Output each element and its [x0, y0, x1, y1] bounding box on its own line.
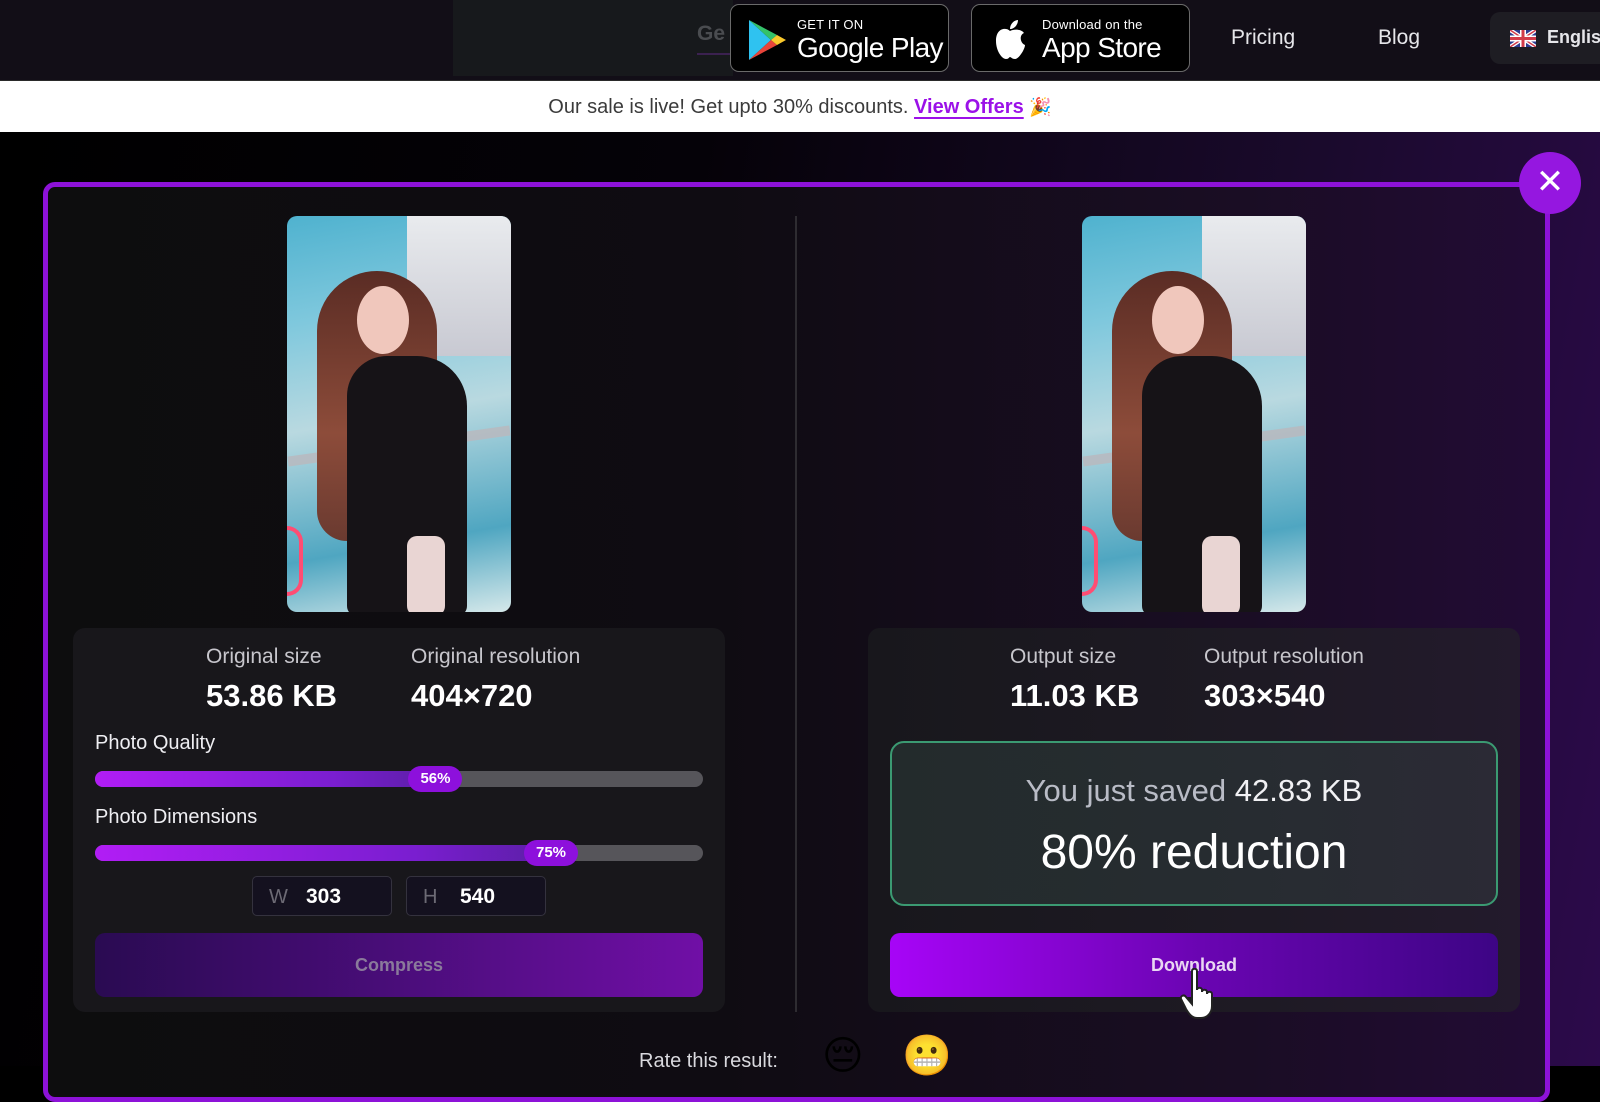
reduction-percentage: 80% reduction — [1040, 826, 1348, 879]
close-icon: ✕ — [1535, 163, 1565, 201]
saved-line: You just saved 42.83 KB — [892, 773, 1496, 809]
original-photo-preview — [287, 216, 511, 612]
compress-button[interactable]: Compress — [95, 933, 703, 997]
google-play-big-text: Google Play — [797, 32, 944, 63]
hand-pointer-cursor-icon — [1180, 968, 1213, 1019]
rate-result-label: Rate this result: — [639, 1050, 778, 1072]
sale-banner: Our sale is live! Get upto 30% discounts… — [0, 80, 1600, 132]
saved-prefix: You just saved — [1025, 773, 1227, 808]
photo-quality-thumb[interactable]: 56% — [408, 766, 463, 792]
app-store-small-text: Download on the — [1042, 17, 1143, 32]
view-offers-link[interactable]: View Offers — [914, 96, 1024, 118]
savings-summary: You just saved 42.83 KB 80% reduction — [890, 741, 1498, 906]
apple-icon — [996, 20, 1025, 59]
height-input[interactable] — [460, 885, 540, 909]
height-prefix: H — [423, 886, 438, 908]
nav-link-pricing[interactable]: Pricing — [1231, 26, 1295, 50]
output-resolution-value: 303×540 — [1204, 678, 1326, 713]
sale-banner-text: Our sale is live! Get upto 30% discounts… — [548, 96, 909, 118]
nav-ghost-underline — [697, 53, 732, 55]
saved-amount: 42.83 KB — [1234, 773, 1363, 808]
output-resolution-label: Output resolution — [1204, 645, 1364, 668]
original-resolution-value: 404×720 — [411, 678, 533, 713]
nav-ghost-panel — [453, 0, 733, 76]
height-field[interactable]: H — [406, 876, 546, 916]
photo-dimensions-label: Photo Dimensions — [95, 806, 258, 828]
photo-quality-label: Photo Quality — [95, 732, 216, 754]
uk-flag-icon — [1510, 30, 1536, 47]
photo-quality-slider[interactable]: 56% — [95, 766, 703, 792]
google-play-small-text: GET IT ON — [797, 17, 864, 32]
output-size-label: Output size — [1010, 645, 1117, 668]
nav-link-blog[interactable]: Blog — [1378, 26, 1420, 50]
original-size-value: 53.86 KB — [206, 678, 337, 713]
app-store-badge[interactable]: Download on the App Store — [971, 4, 1190, 72]
party-popper-icon: 🎉 — [1029, 97, 1052, 117]
photo-dimensions-thumb[interactable]: 75% — [524, 840, 578, 866]
photo-dimensions-fill — [95, 845, 551, 861]
language-selector[interactable]: English — [1490, 12, 1600, 64]
original-size-label: Original size — [206, 645, 322, 668]
rating-sad-face-icon[interactable]: 😔 — [822, 1036, 864, 1076]
language-label: English — [1547, 27, 1600, 47]
photo-dimensions-slider[interactable]: 75% — [95, 840, 703, 866]
panel-divider — [795, 216, 797, 1012]
original-resolution-label: Original resolution — [411, 645, 581, 668]
top-navigation: Ge GET IT ON Google Play Download on the… — [0, 0, 1600, 80]
close-modal-button[interactable]: ✕ — [1519, 152, 1581, 214]
output-size-value: 11.03 KB — [1010, 678, 1140, 713]
width-input[interactable] — [306, 885, 386, 909]
app-store-big-text: App Store — [1042, 32, 1162, 63]
photo-quality-fill — [95, 771, 436, 787]
width-field[interactable]: W — [252, 876, 392, 916]
width-prefix: W — [269, 886, 288, 908]
nav-ghost-text: Ge — [697, 22, 726, 45]
rating-grimace-face-icon[interactable]: 😬 — [902, 1036, 952, 1076]
google-play-badge[interactable]: GET IT ON Google Play — [730, 4, 949, 72]
google-play-icon — [749, 20, 786, 60]
output-photo-preview — [1082, 216, 1306, 612]
